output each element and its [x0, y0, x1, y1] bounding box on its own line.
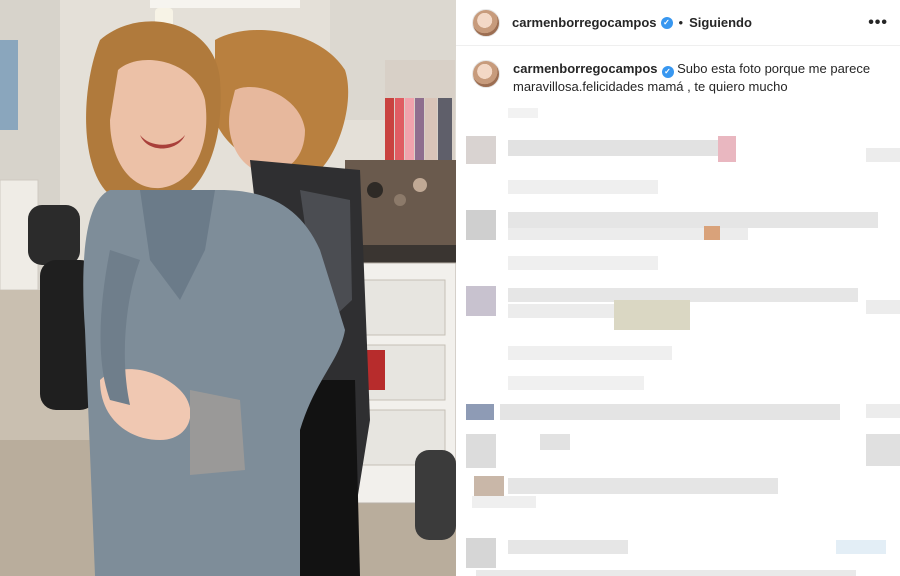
blurred-avatar	[466, 404, 494, 420]
author-username[interactable]: carmenborregocampos	[512, 15, 657, 30]
verified-badge-icon: ✓	[660, 16, 673, 29]
post-caption: carmenborregocampos ✓ Subo esta foto porq…	[472, 60, 882, 95]
blurred-comment-line	[508, 478, 778, 494]
caption-text-block: carmenborregocampos ✓ Subo esta foto porq…	[513, 60, 882, 95]
blurred-comment-line	[508, 540, 628, 554]
blurred-comment-line	[866, 404, 900, 418]
blurred-comment-meta	[472, 496, 536, 508]
blurred-comment-line	[476, 570, 856, 576]
blurred-comment-line	[508, 212, 878, 228]
more-options-icon[interactable]: •••	[868, 14, 888, 32]
post-header: carmenborregocampos ✓ • Siguiendo •••	[456, 0, 900, 46]
blurred-comment-line	[540, 434, 570, 450]
blurred-avatar	[474, 476, 504, 498]
blurred-comment-meta	[508, 108, 538, 118]
post-photo	[0, 0, 456, 576]
blurred-comment-meta	[508, 256, 658, 270]
blurred-comment-line	[836, 540, 886, 554]
blurred-avatar	[466, 286, 496, 316]
header-separator: •	[678, 15, 684, 30]
post-sidebar: carmenborregocampos ✓ • Siguiendo ••• ca…	[456, 0, 900, 576]
blurred-comment-meta	[508, 346, 672, 360]
blurred-comment-meta	[508, 180, 658, 194]
follow-status-button[interactable]: Siguiendo	[689, 15, 752, 30]
blurred-comment-meta	[508, 376, 644, 390]
blurred-comment-line	[614, 300, 690, 330]
comments-list-obscured	[456, 100, 900, 576]
blurred-comment-line	[508, 304, 618, 318]
blurred-comment-line	[866, 148, 900, 162]
author-avatar[interactable]	[472, 8, 500, 37]
blurred-avatar	[466, 210, 496, 240]
caption-author-avatar[interactable]	[472, 60, 500, 88]
blurred-comment-line	[508, 140, 718, 156]
caption-verified-badge-icon: ✓	[661, 65, 674, 78]
blurred-comment-line	[866, 300, 900, 314]
post-photo-image	[0, 0, 456, 576]
blurred-comment-line	[704, 226, 720, 240]
blurred-avatar	[466, 136, 496, 164]
blurred-comment-line	[500, 404, 840, 420]
blurred-avatar	[466, 434, 496, 468]
blurred-comment-line	[718, 136, 736, 162]
blurred-comment-line	[866, 434, 900, 466]
blurred-avatar	[466, 538, 496, 568]
caption-author-username[interactable]: carmenborregocampos	[513, 61, 658, 76]
